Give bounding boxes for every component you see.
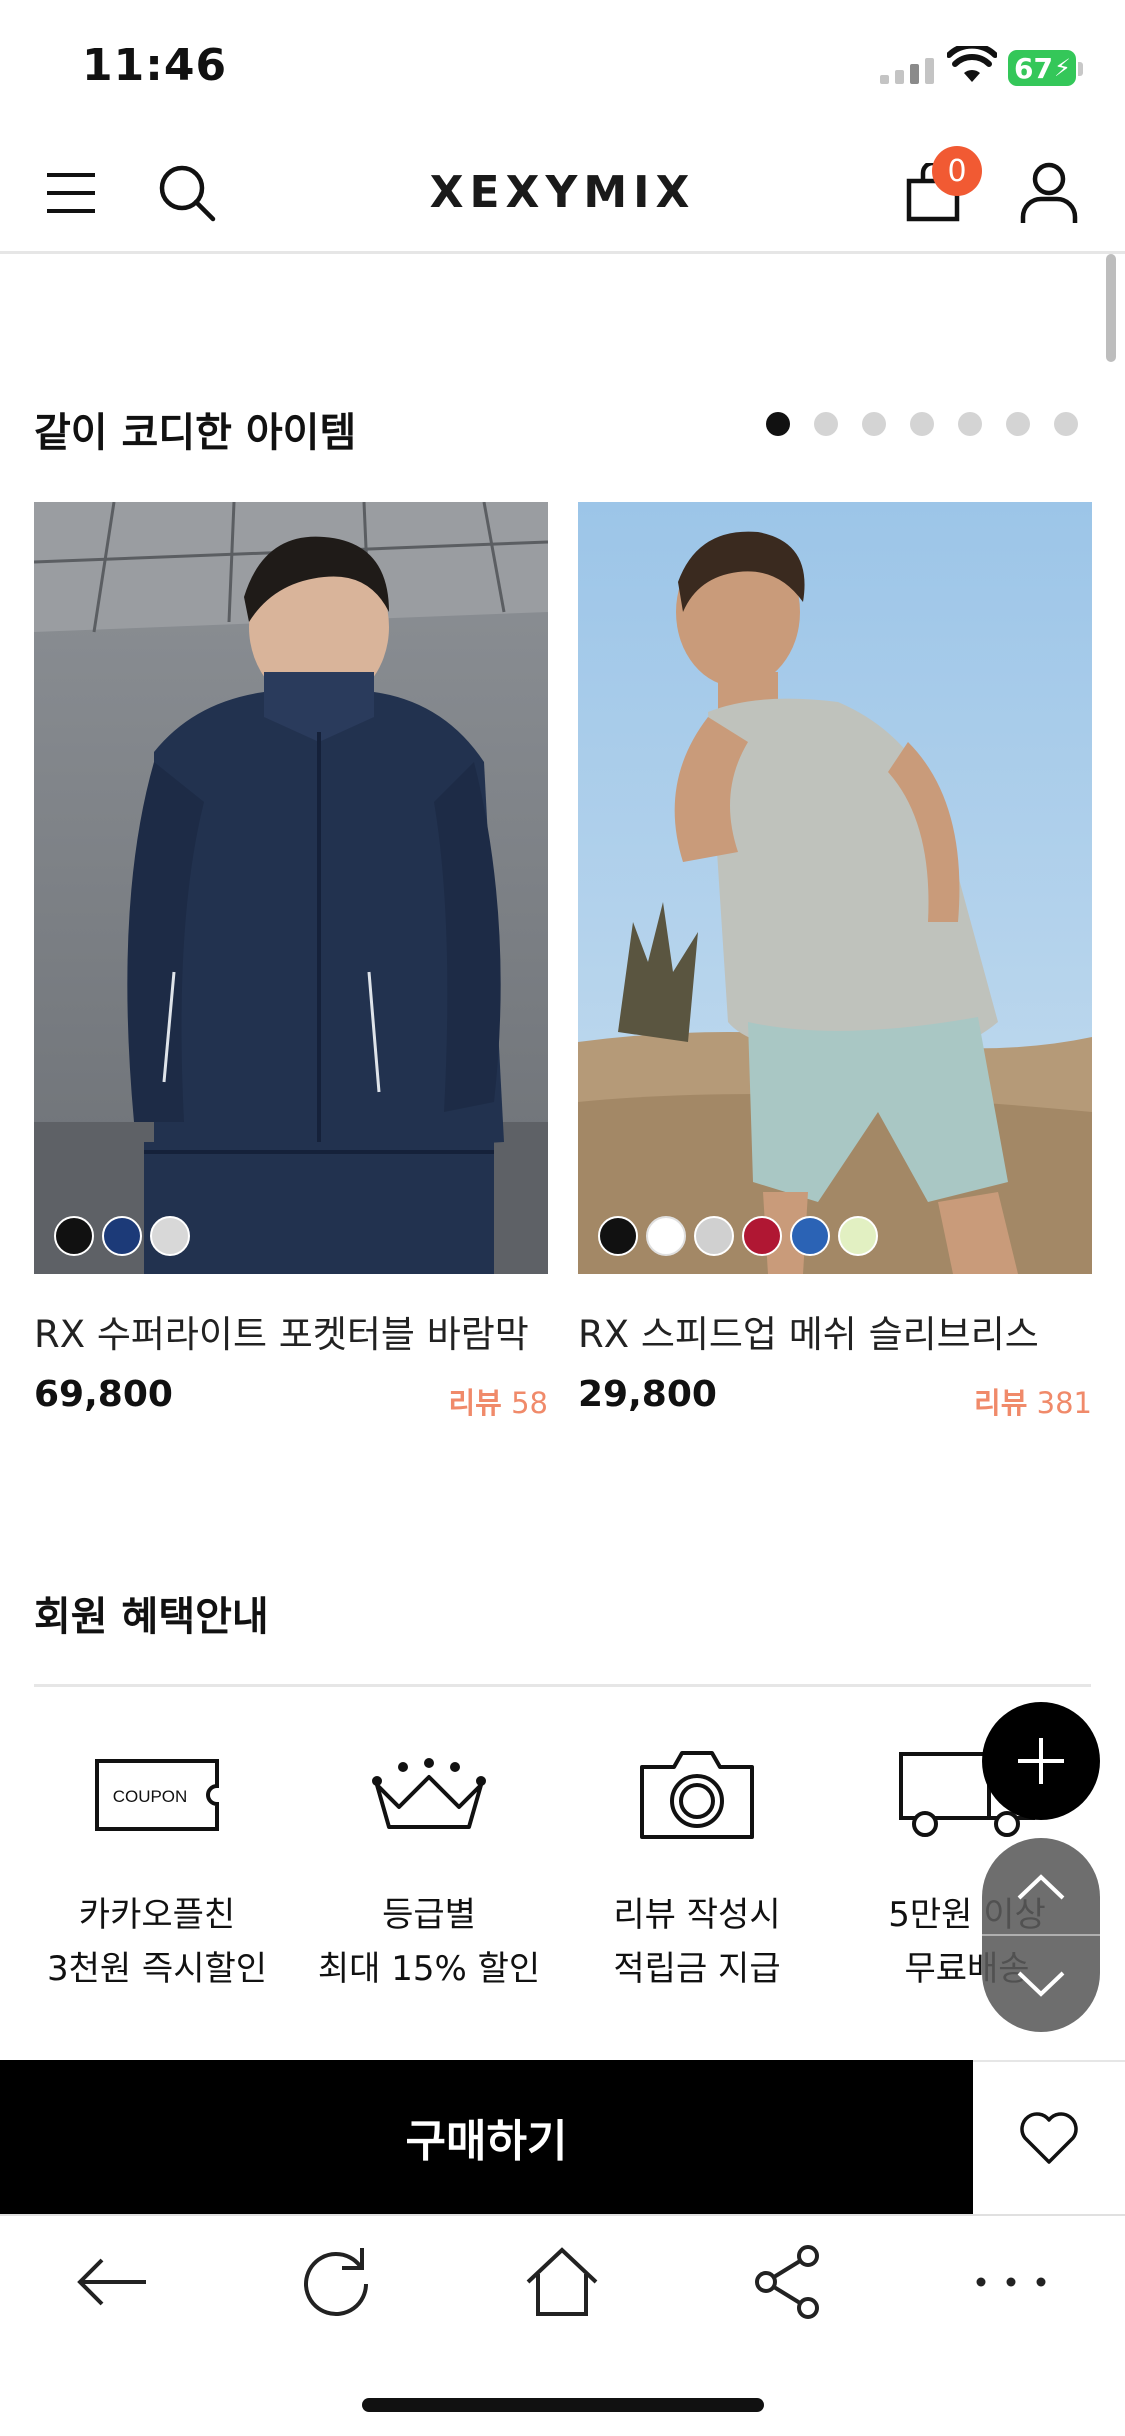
review-count[interactable]: 리뷰 58 <box>449 1380 549 1422</box>
chevron-up-icon <box>1017 1873 1065 1899</box>
pager-dot[interactable] <box>814 412 838 436</box>
pager-dot[interactable] <box>958 412 982 436</box>
product-price: 69,800 <box>34 1374 173 1415</box>
coupon-icon-label: COUPON <box>113 1787 188 1806</box>
color-swatch[interactable] <box>150 1216 190 1256</box>
scroll-top-button[interactable] <box>982 1838 1100 1935</box>
search-icon <box>159 165 216 222</box>
cart-count-badge: 0 <box>932 146 982 196</box>
benefit-line: 3천원 즉시할인 <box>46 1949 268 1989</box>
coupon-icon: COUPON <box>87 1740 227 1850</box>
benefit-line: 카카오플친 <box>78 1895 236 1935</box>
benefit-line: 리뷰 작성시 <box>613 1895 781 1935</box>
color-swatch[interactable] <box>742 1216 782 1256</box>
benefit-line: 적립금 지급 <box>613 1949 781 1989</box>
benefit-line: 최대 15% 할인 <box>317 1949 541 1989</box>
back-arrow-icon <box>77 2258 146 2306</box>
account-button[interactable] <box>1014 158 1084 228</box>
search-button[interactable] <box>152 158 222 228</box>
page-scrollbar[interactable] <box>1106 254 1116 362</box>
product-photo-jacket <box>34 502 548 1274</box>
wifi-icon <box>947 46 997 82</box>
pager-dot[interactable] <box>862 412 886 436</box>
section-divider <box>34 1684 1091 1687</box>
review-count[interactable]: 리뷰 381 <box>974 1380 1092 1422</box>
product-card[interactable]: RX 스피드업 메쉬 슬리브리스 29,800 리뷰 381 <box>578 502 1092 1420</box>
review-label: 리뷰 <box>974 1386 1028 1420</box>
status-bar: 11:46 67 ⚡ <box>0 0 1125 132</box>
benefit-item[interactable]: 리뷰 작성시 적립금 지급 <box>562 1740 832 1996</box>
battery-indicator: 67 ⚡ <box>1008 50 1076 86</box>
product-name[interactable]: RX 수퍼라이트 포켓터블 바람막 <box>34 1304 548 1354</box>
home-indicator <box>362 2398 764 2412</box>
menu-button[interactable] <box>36 158 106 228</box>
plus-icon <box>1018 1738 1064 1784</box>
coordi-section-title: 같이 코디한 아이템 <box>34 410 357 456</box>
menu-icon <box>47 173 95 213</box>
chevron-down-icon <box>1017 1971 1065 1997</box>
reload-icon <box>304 2248 368 2316</box>
benefit-line: 등급별 <box>382 1895 476 1935</box>
color-swatch[interactable] <box>102 1216 142 1256</box>
cellular-signal-icon <box>880 58 934 84</box>
purchase-bar: 구매하기 <box>0 2060 1125 2214</box>
color-swatch[interactable] <box>694 1216 734 1256</box>
crown-icon <box>359 1740 499 1850</box>
review-label: 리뷰 <box>448 1386 502 1420</box>
more-button[interactable] <box>966 2242 1056 2322</box>
scroll-control <box>982 1838 1100 2032</box>
share-button[interactable] <box>742 2242 832 2322</box>
brand-logo[interactable]: XEXYMIX <box>420 162 705 224</box>
color-swatches <box>54 1216 190 1256</box>
review-number: 58 <box>511 1386 548 1420</box>
pager-dot[interactable] <box>1006 412 1030 436</box>
floating-plus-button[interactable] <box>982 1702 1100 1820</box>
color-swatch[interactable] <box>598 1216 638 1256</box>
battery-level: 67 <box>1014 51 1053 85</box>
color-swatch[interactable] <box>54 1216 94 1256</box>
share-icon <box>755 2245 819 2319</box>
review-number: 381 <box>1036 1386 1092 1420</box>
buy-button[interactable]: 구매하기 <box>0 2060 973 2214</box>
wishlist-button[interactable] <box>973 2060 1125 2214</box>
battery-nub <box>1078 62 1083 76</box>
color-swatch[interactable] <box>646 1216 686 1256</box>
carousel-pager <box>766 412 1078 436</box>
pager-dot[interactable] <box>1054 412 1078 436</box>
camera-icon <box>627 1740 767 1850</box>
benefit-item[interactable]: 등급별 최대 15% 할인 <box>294 1740 564 1996</box>
user-icon <box>1020 162 1078 223</box>
back-button[interactable] <box>67 2242 157 2322</box>
scroll-bottom-button[interactable] <box>982 1935 1100 2032</box>
product-name[interactable]: RX 스피드업 메쉬 슬리브리스 <box>578 1304 1092 1354</box>
heart-icon <box>1020 2112 1078 2164</box>
benefit-item[interactable]: COUPON 카카오플친 3천원 즉시할인 <box>22 1740 292 1996</box>
benefits-section-title: 회원 혜택안내 <box>34 1594 269 1640</box>
color-swatch[interactable] <box>838 1216 878 1256</box>
color-swatch[interactable] <box>790 1216 830 1256</box>
product-image[interactable] <box>34 502 548 1274</box>
product-photo-sleeveless <box>578 502 1092 1274</box>
more-dots-icon <box>976 2277 1046 2287</box>
home-icon <box>526 2247 598 2316</box>
status-time: 11:46 <box>82 40 228 91</box>
browser-toolbar <box>0 2214 1125 2344</box>
pager-dot[interactable] <box>910 412 934 436</box>
home-button[interactable] <box>517 2242 607 2322</box>
pager-dot[interactable] <box>766 412 790 436</box>
product-card[interactable]: RX 수퍼라이트 포켓터블 바람막 69,800 리뷰 58 <box>34 502 548 1420</box>
product-price: 29,800 <box>578 1374 717 1415</box>
product-image[interactable] <box>578 502 1092 1274</box>
color-swatches <box>598 1216 878 1256</box>
charging-icon: ⚡ <box>1053 54 1071 82</box>
reload-button[interactable] <box>291 2242 381 2322</box>
